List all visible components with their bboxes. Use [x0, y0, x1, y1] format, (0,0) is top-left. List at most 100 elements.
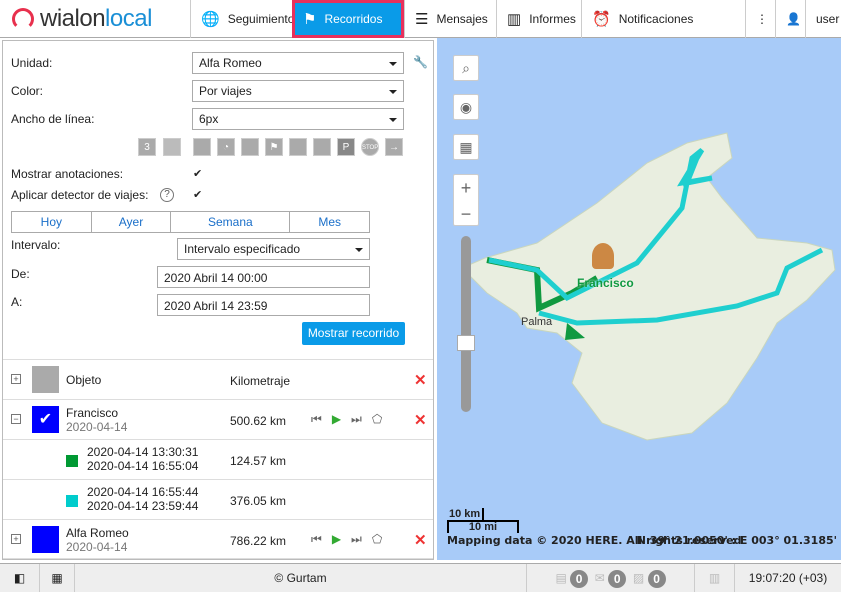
from-label: De:: [11, 267, 30, 281]
unit-label: Unidad:: [11, 56, 53, 70]
trip-end: 2020-04-14 16:55:04: [87, 459, 199, 473]
tab-notificaciones[interactable]: ⏰ Notificaciones: [581, 0, 745, 38]
eye-icon[interactable]: ◉: [453, 94, 479, 120]
unit-avatar-marker[interactable]: [592, 243, 614, 269]
events-icon[interactable]: ▤: [555, 571, 566, 585]
trip-row: 2020-04-14 16:55:44 2020-04-14 23:59:44 3…: [3, 479, 433, 519]
delete-all-icon[interactable]: ✕: [414, 371, 427, 389]
collapse-icon[interactable]: −: [11, 414, 21, 424]
period-selector: Hoy Ayer Semana Mes: [11, 211, 370, 233]
trip-end: 2020-04-14 23:59:44: [87, 499, 199, 513]
object-header: Objeto: [66, 373, 102, 387]
search-icon[interactable]: ⌕: [453, 55, 479, 81]
unit-select[interactable]: Alfa Romeo: [192, 52, 404, 74]
trip-row: 2020-04-14 13:30:31 2020-04-14 16:55:04 1…: [3, 439, 433, 479]
alarm-icon: ⏰: [592, 11, 611, 28]
scale-mi: 10 mi: [447, 520, 519, 533]
color-select[interactable]: Por viajes: [192, 80, 404, 102]
numbering-icon[interactable]: 3: [138, 138, 156, 156]
tab-seguimiento[interactable]: 🌐 Seguimiento: [190, 0, 294, 38]
play-icon[interactable]: ▶: [332, 532, 341, 547]
geofence-icon[interactable]: ⬠: [372, 412, 382, 427]
more-menu-button[interactable]: ⋮: [745, 0, 775, 38]
stop-icon[interactable]: STOP: [361, 138, 379, 156]
period-month[interactable]: Mes: [290, 212, 369, 232]
unit-map-label: Francisco: [577, 276, 634, 290]
annotations-label: Mostrar anotaciones:: [11, 167, 124, 181]
tracks-table: + Objeto Kilometraje ✕ − ✔ Francisco 2020…: [3, 359, 433, 559]
mileage-header: Kilometraje: [230, 374, 291, 388]
expand-all-icon[interactable]: +: [11, 374, 21, 384]
counters: ▤ 0 ✉ 0 ▨ 0: [527, 564, 695, 592]
trip-detector-checkbox[interactable]: ✔: [193, 189, 205, 201]
from-input[interactable]: 2020 Abril 14 00:00: [157, 266, 370, 288]
sms-icon[interactable]: ✉: [595, 571, 605, 585]
table-row: + Alfa Romeo 2020-04-14 786.22 km ⏮ ▶ ⏭ ⬠ ✕: [3, 519, 433, 559]
help-icon[interactable]: ?: [160, 188, 174, 202]
rewind-icon[interactable]: ⏮: [311, 412, 322, 427]
event-flag-icon[interactable]: ⚑: [265, 138, 283, 156]
play-icon[interactable]: ▶: [332, 412, 341, 427]
fast-forward-icon[interactable]: ⏭: [351, 532, 362, 547]
map-layers-icon[interactable]: ▦: [453, 134, 479, 160]
tab-recorridos[interactable]: ⚑ Recorridos: [292, 0, 404, 38]
wialon-logo[interactable]: wialon local: [12, 5, 152, 32]
period-today[interactable]: Hoy: [12, 212, 92, 232]
unit-name: Francisco: [66, 406, 119, 420]
fuel-station-icon[interactable]: [241, 138, 259, 156]
layout-icon[interactable]: ▥: [695, 564, 735, 592]
fast-forward-icon[interactable]: ⏭: [351, 412, 362, 427]
flag-icon: ⚑: [303, 11, 317, 28]
user-icon[interactable]: 👤: [775, 0, 805, 38]
table-header: + Objeto Kilometraje ✕: [3, 359, 433, 399]
trip-mileage: 376.05 km: [230, 494, 287, 508]
globe-icon: 🌐: [201, 11, 220, 28]
wrench-icon[interactable]: 🔧: [413, 55, 428, 69]
messages-icon: ☰: [415, 11, 429, 28]
track-color-checkbox[interactable]: ✔: [32, 406, 59, 433]
panel-toggle-icon[interactable]: ◧: [0, 564, 40, 592]
video-icon[interactable]: [313, 138, 331, 156]
delete-track-icon[interactable]: ✕: [414, 531, 427, 549]
tab-mensajes[interactable]: ☰ Mensajes: [404, 0, 496, 38]
fuel-can-icon[interactable]: [193, 138, 211, 156]
track-color-checkbox[interactable]: [32, 526, 59, 553]
zoom-out-button[interactable]: −: [454, 201, 478, 227]
image-icon[interactable]: [289, 138, 307, 156]
to-input[interactable]: 2020 Abril 14 23:59: [157, 294, 370, 316]
copyright: © Gurtam: [75, 564, 527, 592]
trip-detector-label: Aplicar detector de viajes:: [11, 188, 149, 202]
images-count: 0: [647, 569, 666, 588]
status-bar: ◧ ▦ © Gurtam ▤ 0 ✉ 0 ▨ 0 ▥ 19:07:20 (+03…: [0, 563, 841, 592]
interval-select[interactable]: Intervalo especificado: [177, 238, 370, 260]
arrow-icon[interactable]: →: [385, 138, 403, 156]
delete-track-icon[interactable]: ✕: [414, 411, 427, 429]
speed-icon[interactable]: ◔: [217, 138, 235, 156]
period-week[interactable]: Semana: [171, 212, 291, 232]
city-label: Palma: [521, 316, 553, 328]
top-bar: wialon local 🌐 Seguimiento ⚑ Recorridos ☰ Me…: [0, 0, 841, 38]
map[interactable]: Francisco Palma ⌕ ◉ ▦ + − 10 km 10 mi Map…: [437, 38, 841, 560]
line-width-select[interactable]: 6px: [192, 108, 404, 130]
trip-start: 2020-04-14 16:55:44: [87, 485, 199, 499]
show-track-button[interactable]: Mostrar recorrido: [302, 322, 405, 345]
clock: 19:07:20 (+03): [748, 571, 828, 585]
images-icon[interactable]: ▨: [633, 571, 644, 585]
zoom-in-button[interactable]: +: [454, 175, 478, 201]
rewind-icon[interactable]: ⏮: [311, 532, 322, 547]
period-yesterday[interactable]: Ayer: [92, 212, 172, 232]
user-menu[interactable]: user: [805, 0, 841, 38]
select-all-swatch[interactable]: [32, 366, 59, 393]
annotations-checkbox[interactable]: ✔: [193, 168, 205, 180]
zoom-slider[interactable]: [461, 236, 471, 412]
track-mileage: 500.62 km: [230, 414, 287, 428]
expand-icon[interactable]: +: [11, 534, 21, 544]
zoom-slider-handle[interactable]: [457, 335, 475, 351]
apps-grid-icon[interactable]: ▦: [40, 564, 75, 592]
parking-icon[interactable]: P: [337, 138, 355, 156]
zoom-controls: + −: [453, 174, 479, 226]
markers-icon[interactable]: [163, 138, 181, 156]
geofence-icon[interactable]: ⬠: [372, 532, 382, 547]
color-label: Color:: [11, 84, 44, 98]
tab-informes[interactable]: ▥ Informes: [496, 0, 581, 38]
